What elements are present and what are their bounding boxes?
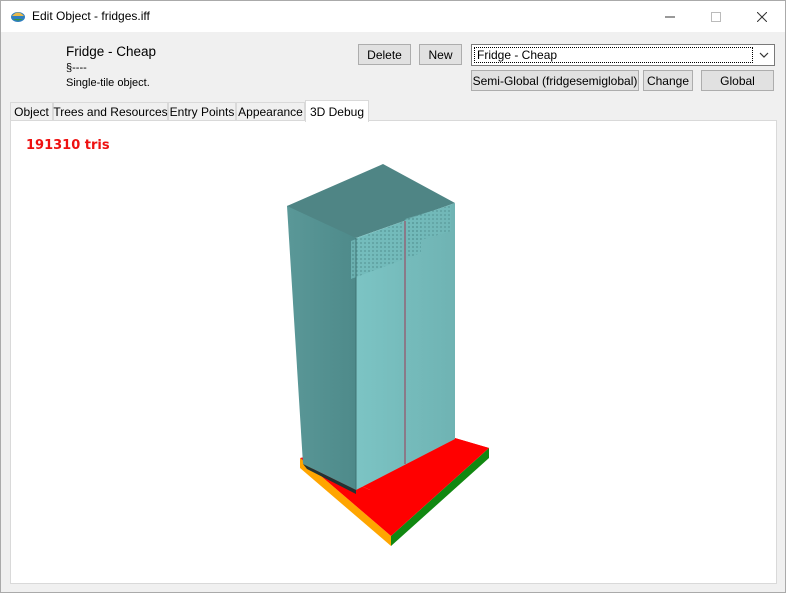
3d-viewport[interactable] xyxy=(11,121,776,583)
maximize-icon[interactable] xyxy=(693,1,739,32)
title-bar: Edit Object - fridges.iff xyxy=(1,1,785,32)
new-button[interactable]: New xyxy=(419,44,462,65)
close-icon[interactable] xyxy=(739,1,785,32)
tab-trees-and-resources[interactable]: Trees and Resources xyxy=(53,102,168,121)
tab-3d-debug[interactable]: 3D Debug xyxy=(305,100,369,122)
3d-debug-panel: 191310 tris xyxy=(10,120,777,584)
fridge-left-side xyxy=(287,201,356,490)
tab-entry-points[interactable]: Entry Points xyxy=(168,102,236,121)
object-name: Fridge - Cheap xyxy=(66,44,157,59)
tab-object[interactable]: Object xyxy=(10,102,53,121)
object-selector-dropdown[interactable]: Fridge - Cheap xyxy=(471,44,775,66)
window-title: Edit Object - fridges.iff xyxy=(32,9,150,23)
app-icon xyxy=(10,8,26,24)
minimize-icon[interactable] xyxy=(647,1,693,32)
edit-object-window: Edit Object - fridges.iff Fridge - Cheap… xyxy=(0,0,786,593)
fridge-model xyxy=(287,164,455,494)
chevron-down-icon[interactable] xyxy=(758,48,770,62)
tab-appearance[interactable]: Appearance xyxy=(236,102,305,121)
object-selector-value: Fridge - Cheap xyxy=(474,47,753,63)
semi-global-button[interactable]: Semi-Global (fridgesemiglobal) xyxy=(471,70,639,91)
object-subtitle: §---- xyxy=(66,62,87,74)
delete-button[interactable]: Delete xyxy=(358,44,411,65)
object-description: Single-tile object. xyxy=(66,77,150,89)
change-button[interactable]: Change xyxy=(643,70,693,91)
global-button[interactable]: Global xyxy=(701,70,774,91)
